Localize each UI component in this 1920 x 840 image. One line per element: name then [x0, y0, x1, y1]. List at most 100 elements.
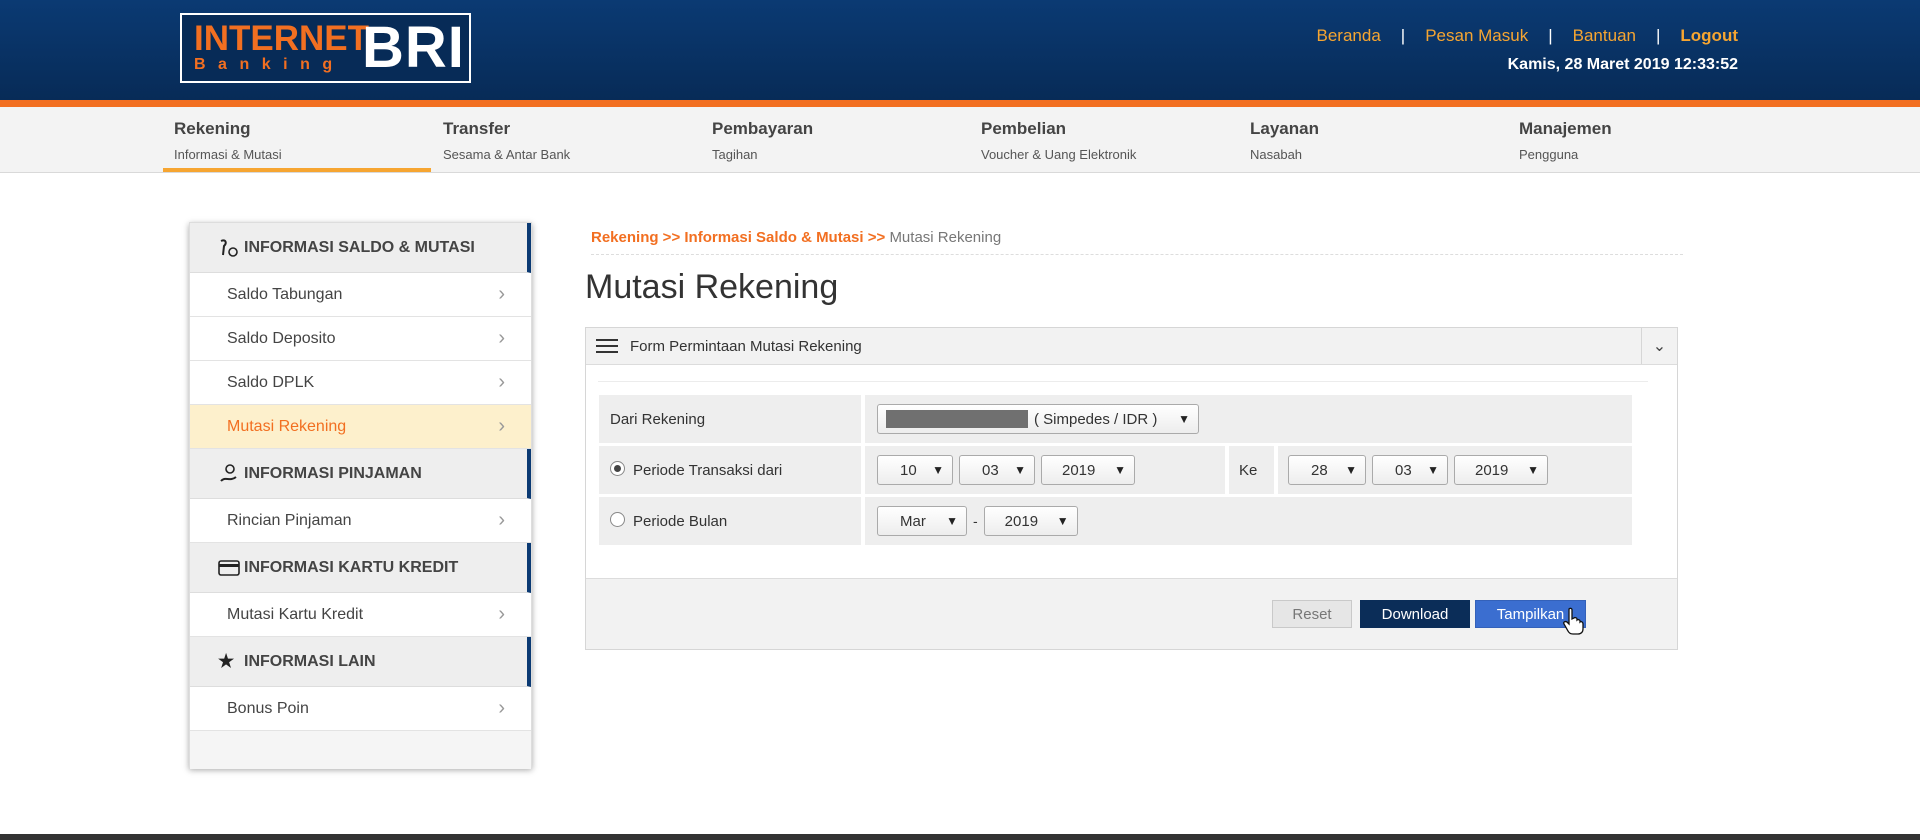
panel-footer: Reset Download Tampilkan	[586, 578, 1677, 649]
link-separator: |	[1548, 26, 1553, 45]
breadcrumb: Rekening >> Informasi Saldo & Mutasi >> …	[591, 229, 1683, 255]
sidebar-item-label: Saldo Tabungan	[227, 285, 343, 303]
to-day-select[interactable]: 28 ▼	[1288, 455, 1366, 485]
to-year-select[interactable]: 2019 ▼	[1454, 455, 1548, 485]
chevron-down-icon: ▼	[932, 463, 944, 477]
sidebar-item-label: Saldo Deposito	[227, 329, 336, 347]
sidebar-item-saldo-tabungan[interactable]: Saldo Tabungan ›	[190, 273, 531, 317]
chevron-down-icon: ▼	[1056, 514, 1069, 528]
form-row-rekening: Dari Rekening ( Simpedes / IDR ) ▼	[599, 395, 1632, 443]
link-bantuan[interactable]: Bantuan	[1573, 26, 1636, 46]
panel-header: Form Permintaan Mutasi Rekening ⌄	[586, 328, 1677, 365]
bulan-year-select[interactable]: 2019 ▼	[983, 506, 1078, 536]
nav-subtitle: Sesama & Antar Bank	[443, 147, 571, 162]
sidebar-section-lain: ★ INFORMASI LAIN	[190, 637, 531, 687]
select-value: Mar	[900, 512, 926, 530]
nav-subtitle: Tagihan	[712, 147, 758, 162]
chevron-down-icon[interactable]: ⌄	[1641, 328, 1677, 364]
pinjaman-icon	[218, 463, 244, 485]
sidebar-item-label: Mutasi Kartu Kredit	[227, 605, 364, 623]
page-title: Mutasi Rekening	[585, 268, 839, 306]
from-year-select[interactable]: 2019 ▼	[1041, 455, 1135, 485]
sidebar-section-title: INFORMASI SALDO & MUTASI	[244, 238, 475, 256]
nav-rekening[interactable]: Rekening Informasi & Mutasi	[163, 107, 431, 172]
sidebar-item-rincian-pinjaman[interactable]: Rincian Pinjaman ›	[190, 499, 531, 543]
sidebar-section-title: INFORMASI LAIN	[244, 652, 376, 670]
nav-title: Pembayaran	[712, 119, 814, 138]
logo[interactable]: INTERNET Banking BRI	[180, 13, 471, 83]
logo-internet-text: INTERNET	[194, 19, 369, 58]
saldo-mutasi-icon	[218, 237, 244, 259]
nav-subtitle: Informasi & Mutasi	[174, 147, 282, 162]
radio-periode-transaksi[interactable]	[610, 460, 625, 476]
form-row-periode-bulan: Periode Bulan Mar ▼ - 2019 ▼	[599, 497, 1632, 545]
chevron-down-icon: ▼	[1427, 463, 1439, 477]
breadcrumb-rekening[interactable]: Rekening >>	[591, 229, 684, 246]
link-pesan-masuk[interactable]: Pesan Masuk	[1425, 26, 1528, 46]
link-beranda[interactable]: Beranda	[1317, 26, 1381, 46]
link-separator: |	[1655, 26, 1661, 45]
chevron-down-icon: ▼	[1345, 463, 1357, 477]
sidebar-item-label: Rincian Pinjaman	[227, 511, 352, 529]
dari-rekening-label: Dari Rekening	[599, 395, 861, 443]
nav-layanan[interactable]: Layanan Nasabah	[1239, 107, 1507, 172]
from-month-select[interactable]: 03 ▼	[959, 455, 1035, 485]
top-links: Beranda | Pesan Masuk | Bantuan | Logout	[1317, 26, 1738, 46]
sidebar-item-mutasi-kartu-kredit[interactable]: Mutasi Kartu Kredit ›	[190, 593, 531, 637]
sidebar-footer	[190, 731, 531, 769]
nav-title: Transfer	[443, 119, 511, 138]
select-value: 2019	[1475, 461, 1509, 479]
from-day-select[interactable]: 10 ▼	[877, 455, 953, 485]
footer-bar	[0, 834, 1920, 840]
sidebar-item-label: Mutasi Rekening	[227, 417, 347, 435]
sidebar-section-title: INFORMASI KARTU KREDIT	[244, 558, 459, 576]
header-accent-bar	[0, 100, 1920, 107]
sidebar-item-mutasi-rekening[interactable]: Mutasi Rekening ›	[190, 405, 531, 449]
link-logout[interactable]: Logout	[1680, 26, 1738, 46]
breadcrumb-informasi[interactable]: Informasi Saldo & Mutasi >>	[684, 229, 889, 246]
to-month-select[interactable]: 03 ▼	[1372, 455, 1448, 485]
bulan-select[interactable]: Mar ▼	[877, 506, 967, 536]
menu-icon	[596, 339, 618, 353]
sidebar-section-kartu-kredit: INFORMASI KARTU KREDIT	[190, 543, 531, 593]
ke-label: Ke	[1229, 446, 1274, 494]
divider	[598, 381, 1648, 382]
logo-bri-text: BRI	[362, 15, 465, 80]
download-button[interactable]: Download	[1360, 600, 1470, 628]
chevron-down-icon: ▼	[1178, 412, 1190, 426]
chevron-right-icon: ›	[498, 697, 505, 719]
header-datetime: Kamis, 28 Maret 2019 12:33:52	[1507, 56, 1738, 73]
radio-periode-bulan[interactable]	[610, 511, 625, 527]
chevron-down-icon: ▼	[1527, 463, 1539, 477]
sidebar-item-saldo-dplk[interactable]: Saldo DPLK ›	[190, 361, 531, 405]
star-icon: ★	[218, 651, 235, 671]
masked-account-number	[886, 410, 1028, 428]
chevron-right-icon: ›	[498, 603, 505, 625]
nav-subtitle: Pengguna	[1519, 147, 1579, 162]
sidebar-item-saldo-deposito[interactable]: Saldo Deposito ›	[190, 317, 531, 361]
chevron-down-icon: ▼	[1114, 463, 1126, 477]
sidebar-item-bonus-poin[interactable]: Bonus Poin ›	[190, 687, 531, 731]
select-value: 2019	[1004, 512, 1039, 530]
nav-pembelian[interactable]: Pembelian Voucher & Uang Elektronik	[970, 107, 1238, 172]
rekening-select-value: ( Simpedes / IDR )	[1034, 410, 1158, 428]
nav-manajemen[interactable]: Manajemen Pengguna	[1508, 107, 1776, 172]
chevron-right-icon: ›	[498, 371, 505, 393]
nav-transfer[interactable]: Transfer Sesama & Antar Bank	[432, 107, 700, 172]
chevron-down-icon: ▼	[1014, 463, 1026, 477]
nav-pembayaran[interactable]: Pembayaran Tagihan	[701, 107, 969, 172]
reset-button[interactable]: Reset	[1272, 600, 1352, 628]
form-row-periode-transaksi: Periode Transaksi dari 10 ▼ 03 ▼ 2019 ▼ …	[599, 446, 1632, 494]
select-value: 03	[1395, 461, 1412, 479]
sidebar-section-title: INFORMASI PINJAMAN	[244, 464, 422, 482]
main-nav: Rekening Informasi & Mutasi Transfer Ses…	[0, 107, 1920, 173]
sidebar-section-pinjaman: INFORMASI PINJAMAN	[190, 449, 531, 499]
nav-title: Pembelian	[981, 119, 1067, 138]
rekening-select[interactable]: ( Simpedes / IDR ) ▼	[877, 404, 1199, 434]
hand-cursor-icon	[1563, 607, 1584, 635]
header: INTERNET Banking BRI Beranda | Pesan Mas…	[0, 0, 1920, 100]
nav-subtitle: Voucher & Uang Elektronik	[981, 147, 1137, 162]
chevron-right-icon: ›	[498, 415, 505, 437]
periode-transaksi-label: Periode Transaksi dari	[633, 461, 783, 479]
sidebar-item-label: Saldo DPLK	[227, 373, 315, 391]
